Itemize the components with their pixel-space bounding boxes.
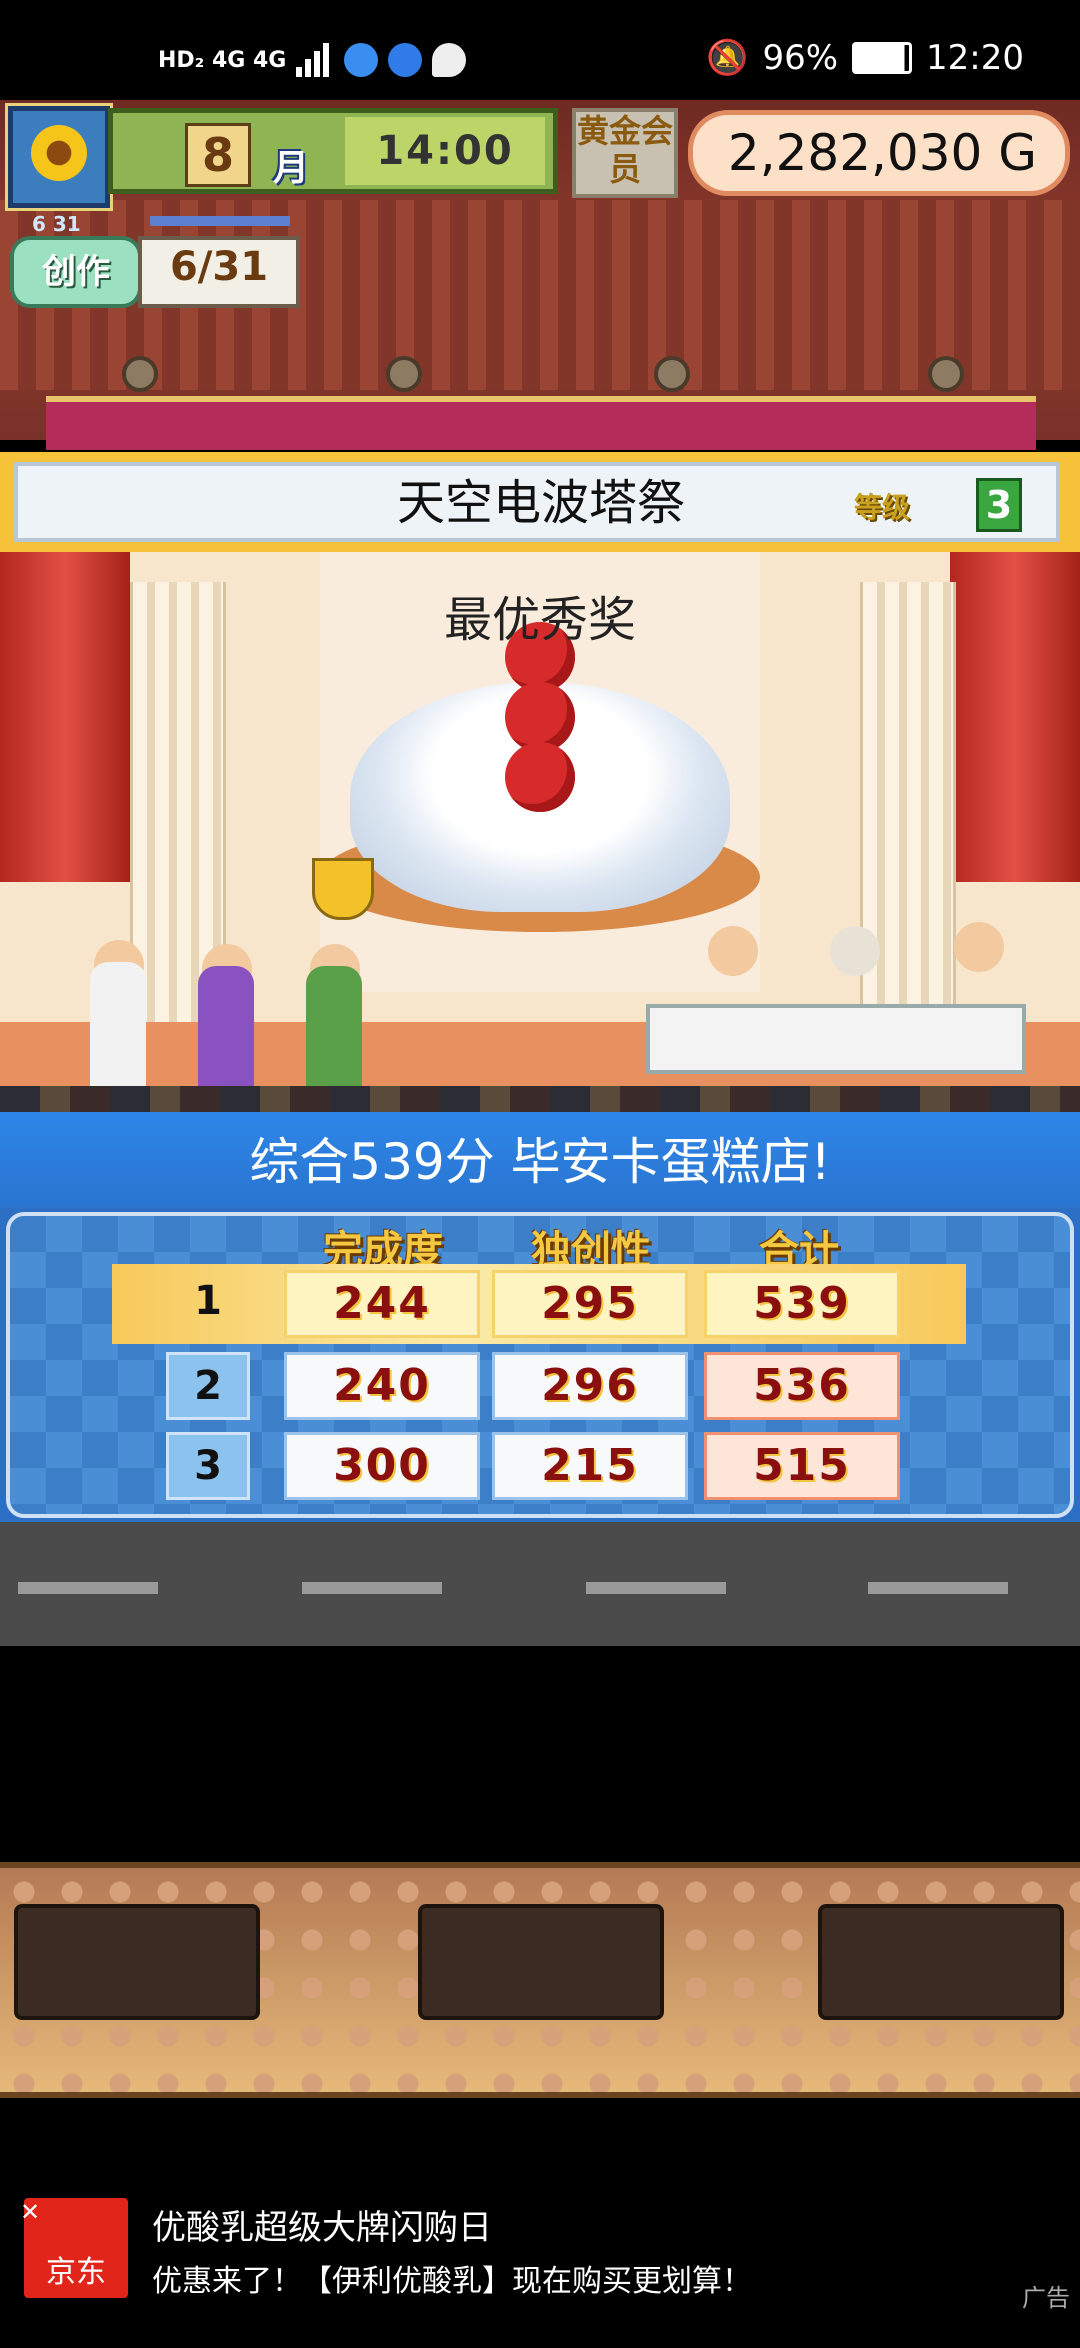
- judge-head: [708, 926, 758, 976]
- ad-banner[interactable]: 京东 ✕ 优酸乳超级大牌闪购日 优惠来了！【伊利优酸乳】现在购买更划算！ 广告: [0, 2160, 1080, 2312]
- score-completion: 240: [284, 1352, 480, 1420]
- results-summary: 综合539分 毕安卡蛋糕店!: [0, 1112, 1080, 1208]
- rank-3: 3: [166, 1432, 250, 1500]
- ad-title[interactable]: 优酸乳超级大牌闪购日: [152, 2200, 492, 2249]
- score-originality: 215: [492, 1432, 688, 1500]
- menu-slot-center[interactable]: [418, 1904, 664, 2020]
- event-banner-panel: 天空电波塔祭 等级 3: [14, 462, 1060, 542]
- network-indicator: HD₂ 4G 4G: [158, 47, 287, 73]
- score-originality: 295: [492, 1270, 688, 1338]
- gold-amount: 2,282,030 G: [688, 110, 1070, 196]
- status-right: 🔕 96% 12:20: [706, 38, 1024, 78]
- month-number: 8: [185, 123, 251, 187]
- stage-lamp: [386, 356, 422, 392]
- ad-description[interactable]: 优惠来了！【伊利优酸乳】现在购买更划算！: [152, 2256, 752, 2300]
- staff-character: [306, 966, 362, 1096]
- level-value: 3: [976, 478, 1022, 532]
- battery-percent: 96%: [762, 38, 839, 78]
- rank-1: 1: [194, 1278, 222, 1324]
- bottom-menu-bar: [0, 1862, 1080, 2098]
- battery-icon: [852, 42, 913, 74]
- stage-lamp: [928, 356, 964, 392]
- level-label: 等级: [854, 491, 911, 524]
- status-left: HD₂ 4G 4G: [158, 40, 467, 80]
- event-banner: 天空电波塔祭 等级 3: [0, 452, 1080, 552]
- game-time: 14:00: [345, 117, 545, 185]
- score-completion: 244: [284, 1270, 480, 1338]
- clock: 12:20: [926, 38, 1024, 78]
- date-time-panel[interactable]: 8 月 14:00: [108, 108, 558, 194]
- trophy-icon: [312, 858, 374, 920]
- chef-character: [90, 962, 146, 1092]
- strawberry: [505, 742, 575, 812]
- stage-valance: [46, 396, 1036, 450]
- mute-icon: 🔕: [706, 38, 749, 78]
- status-bar: HD₂ 4G 4G 🔕 96% 12:20: [0, 0, 1080, 100]
- judge-head: [954, 922, 1004, 972]
- score-total: 539: [704, 1270, 900, 1338]
- create-date: 6 31: [32, 212, 81, 236]
- create-value: 6/31: [138, 236, 300, 308]
- create-label: 创作: [10, 236, 142, 308]
- award-title: 最优秀奖: [443, 592, 636, 648]
- score-total: 536: [704, 1352, 900, 1420]
- award-stage: 最优秀奖: [0, 552, 1080, 1112]
- judge-table: [646, 1004, 1026, 1074]
- create-progress-bar: [150, 216, 290, 226]
- score-total: 515: [704, 1432, 900, 1500]
- sunflower-season-icon[interactable]: [8, 106, 110, 208]
- ad-label: 广告: [1022, 2284, 1070, 2312]
- road-marking: [586, 1582, 726, 1594]
- score-completion: 300: [284, 1432, 480, 1500]
- close-icon[interactable]: ✕: [20, 2198, 40, 2226]
- create-panel[interactable]: 6 31 创作 6/31: [10, 212, 300, 308]
- signal-icon: [296, 43, 334, 77]
- judge-head: [830, 926, 880, 976]
- road-marking: [18, 1582, 158, 1594]
- road-marking: [868, 1582, 1008, 1594]
- stage-lamp: [122, 356, 158, 392]
- score-originality: 296: [492, 1352, 688, 1420]
- month-label: 月: [273, 148, 310, 189]
- staff-character: [198, 966, 254, 1096]
- road-marking: [302, 1582, 442, 1594]
- gold-member-badge[interactable]: 黄金会员: [572, 108, 678, 198]
- rank-2: 2: [166, 1352, 250, 1420]
- cloud-icon: [388, 43, 423, 77]
- road: [0, 1522, 1080, 1646]
- message-icon: [432, 43, 467, 77]
- menu-slot-left[interactable]: [14, 1904, 260, 2020]
- menu-slot-right[interactable]: [818, 1904, 1064, 2020]
- stage-lamp: [654, 356, 690, 392]
- app-notification-icon: [344, 43, 379, 77]
